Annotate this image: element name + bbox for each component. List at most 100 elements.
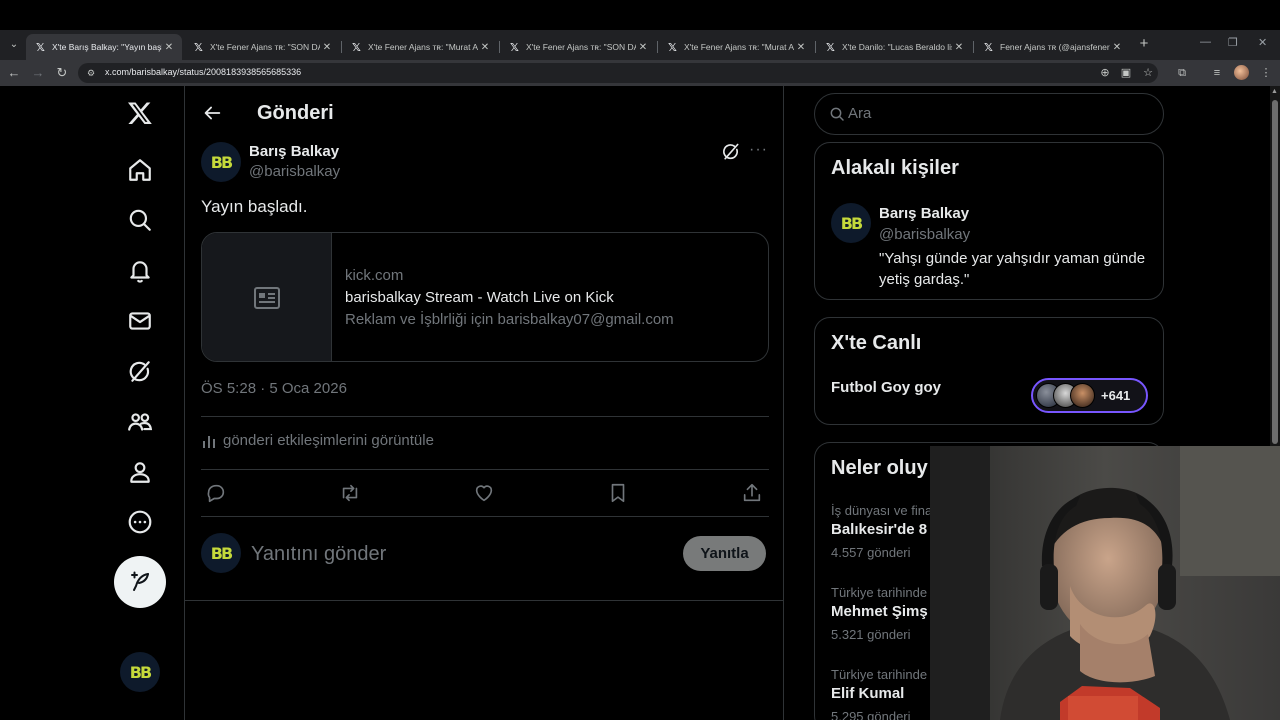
analytics-icon [203,435,215,448]
repost-icon[interactable] [339,482,361,504]
author-handle[interactable]: @barisbalkay [249,163,340,180]
author-name[interactable]: Barış Balkay [249,143,339,160]
search-placeholder: Ara [848,105,872,122]
trend-category: İş dünyası ve fina [831,503,933,518]
trend-name[interactable]: Mehmet Şimş [831,603,928,620]
tab-close-icon[interactable]: ✕ [636,42,650,53]
reply-avatar: BB [201,533,241,573]
trend-name[interactable]: Elif Kumal [831,685,904,702]
reply-icon[interactable] [205,482,227,504]
address-bar[interactable]: ⚙ x.com/barisbalkay/status/2008183938565… [78,63,1158,83]
author-avatar[interactable]: BB [201,142,241,182]
space-name[interactable]: Futbol Goy goy [831,379,941,396]
browser-tab[interactable]: 𝕏 X'te Danilo: "Lucas Beraldo liste… ✕ [816,34,972,60]
window-close-icon[interactable]: ✕ [1258,36,1267,49]
view-engagements-link[interactable]: gönderi etkileşimlerini görüntüle [201,432,434,449]
live-title: X'te Canlı [831,332,922,354]
browser-menu-icon[interactable]: ⋮ [1258,65,1274,81]
site-info-icon[interactable]: ⚙ [87,67,99,79]
tab-title: X'te Fener Ajans ᴛʀ: "Murat Aşık… [368,42,478,52]
trends-title: Neler oluy [831,457,928,479]
tab-title: X'te Fener Ajans ᴛʀ: "Murat Aşık… [684,42,794,52]
trend-count: 4.557 gönderi [831,545,911,560]
browser-tab[interactable]: 𝕏 X'te Fener Ajans ᴛʀ: "Murat Aşık… ✕ [342,34,498,60]
browser-tab-strip: ⌄ 𝕏 X'te Barış Balkay: "Yayın başladı" ✕… [0,30,1280,60]
restore-icon[interactable]: ❐ [1228,36,1238,49]
trend-category: Türkiye tarihinde [831,667,928,682]
webcam-feed-image [930,446,1280,720]
tab-close-icon[interactable]: ✕ [952,42,966,53]
browser-profile-avatar[interactable] [1234,65,1249,80]
related-handle[interactable]: @barisbalkay [879,226,970,243]
tab-close-icon[interactable]: ✕ [794,42,808,53]
new-tab-icon[interactable]: + [1136,36,1152,52]
related-people-title: Alakalı kişiler [831,157,959,179]
media-icon[interactable]: ≡ [1209,65,1225,81]
related-avatar[interactable]: BB [831,203,871,243]
minimize-icon[interactable]: — [1200,36,1211,48]
x-favicon-icon: 𝕏 [352,40,361,54]
home-icon[interactable] [115,145,165,195]
more-icon[interactable]: ··· [749,142,769,160]
like-icon[interactable] [473,482,495,504]
search-input[interactable]: Ara [814,93,1164,135]
space-listeners-pill[interactable]: +641 [1031,378,1148,413]
link-card[interactable]: kick.com barisbalkay Stream - Watch Live… [201,232,769,362]
grok-icon[interactable] [721,142,741,162]
search-icon[interactable] [115,195,165,245]
view-engagements-label: gönderi etkileşimlerini görüntüle [223,432,434,449]
article-icon [253,287,280,309]
communities-icon[interactable] [115,397,165,447]
browser-tab[interactable]: 𝕏 Fener Ajans ᴛʀ (@ajansfenercom)… ✕ [974,34,1130,60]
search-icon [830,107,844,121]
compose-button[interactable] [114,556,166,608]
reply-button[interactable]: Yanıtla [683,536,766,571]
more-circle-icon[interactable] [115,497,165,547]
back-arrow-icon[interactable] [201,102,223,124]
post-text: Yayın başladı. [201,197,308,216]
browser-tab[interactable]: 𝕏 X'te Fener Ajans ᴛʀ: "Murat Aşık… ✕ [658,34,814,60]
bookmark-star-icon[interactable]: ☆ [1140,65,1156,81]
share-icon[interactable] [741,482,763,504]
tab-close-icon[interactable]: ✕ [1110,42,1124,53]
back-icon[interactable]: ← [6,65,22,81]
webcam-overlay [930,446,1280,720]
x-favicon-icon: 𝕏 [194,40,203,54]
browser-tab[interactable]: 𝕏 X'te Barış Balkay: "Yayın başladı" ✕ [26,34,182,60]
reply-input[interactable]: Yanıtını gönder [251,543,386,566]
bookmark-icon[interactable] [607,482,629,504]
account-avatar[interactable]: BB [120,652,160,692]
grok-icon[interactable] [115,347,165,397]
tab-close-icon[interactable]: ✕ [320,42,334,53]
tab-title: X'te Fener Ajans ᴛʀ: "SON DAKİ… [210,42,320,52]
tab-search-chevron-icon[interactable]: ⌄ [6,37,22,53]
tab-title: X'te Danilo: "Lucas Beraldo liste… [842,42,952,52]
os-top-bar [0,0,1280,30]
divider [185,600,783,601]
scroll-thumb[interactable] [1272,100,1278,444]
compose-icon [131,571,149,591]
install-app-icon[interactable]: ▣ [1118,65,1134,81]
browser-tab[interactable]: 𝕏 X'te Fener Ajans ᴛʀ: "SON DAKİ… ✕ [184,34,340,60]
trend-name[interactable]: Balıkesir'de 8 [831,521,927,538]
tab-title: Fener Ajans ᴛʀ (@ajansfenercom)… [1000,42,1110,52]
trend-count: 5.295 gönderi [831,709,911,720]
x-logo-icon[interactable] [115,88,165,138]
tab-close-icon[interactable]: ✕ [162,42,176,53]
divider [201,516,769,517]
bell-icon[interactable] [115,246,165,296]
x-favicon-icon: 𝕏 [510,40,519,54]
related-name[interactable]: Barış Balkay [879,205,969,222]
post-timestamp[interactable]: ÖS 5:28 · 5 Oca 2026 [201,380,347,397]
zoom-icon[interactable]: ⊕ [1097,65,1113,81]
browser-tab[interactable]: 𝕏 X'te Fener Ajans ᴛʀ: "SON DAKİ… ✕ [500,34,656,60]
forward-icon[interactable]: → [30,65,46,81]
reload-icon[interactable]: ↻ [54,65,70,81]
x-favicon-icon: 𝕏 [36,40,45,54]
mail-icon[interactable] [115,296,165,346]
tab-close-icon[interactable]: ✕ [478,42,492,53]
scroll-up-icon[interactable]: ▲ [1271,88,1278,95]
tab-title: X'te Fener Ajans ᴛʀ: "SON DAKİ… [526,42,636,52]
extensions-icon[interactable]: ⧉ [1174,65,1190,81]
profile-icon[interactable] [115,447,165,497]
